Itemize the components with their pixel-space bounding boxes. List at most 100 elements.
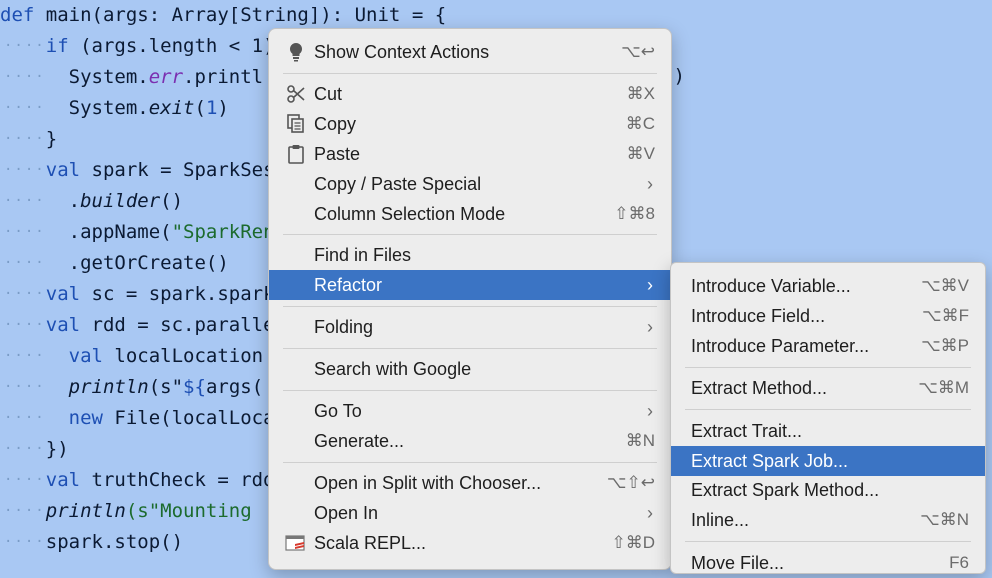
- menu-item-extract-trait[interactable]: Extract Trait...: [671, 416, 985, 446]
- code-line: ···· }): [0, 434, 69, 465]
- menu-item-label: Go To: [314, 401, 362, 421]
- menu-item-label: Move File...: [691, 552, 785, 573]
- indent-guide: ····: [4, 131, 46, 147]
- menu-item-label: Scala REPL...: [314, 532, 427, 553]
- bulb-icon: [285, 37, 307, 67]
- menu-item-introduce-variable[interactable]: Introduce Variable... ⌥⌘V: [671, 271, 985, 301]
- menu-separator: [685, 409, 971, 411]
- menu-separator: [283, 234, 657, 236]
- code-token: spark = SparkSes: [91, 159, 275, 181]
- menu-item-open-in-split-with-chooser[interactable]: Open in Split with Chooser... ⌥⇧↩: [269, 468, 671, 498]
- indent-guide: ····: [4, 162, 46, 178]
- code-token: 1: [205, 97, 218, 119]
- indent-guide: ····: [4, 317, 46, 333]
- code-token: "SparkRen: [171, 221, 275, 243]
- menu-item-label: Paste: [314, 143, 361, 164]
- copy-icon: [285, 109, 307, 139]
- menu-item-generate[interactable]: Generate... ⌘N: [269, 426, 671, 456]
- code-token: File(localLoca: [114, 407, 275, 429]
- code-line: ···· val truthCheck = rdd: [0, 465, 275, 496]
- clipboard-icon: [285, 139, 307, 169]
- code-token: (s": [148, 376, 184, 398]
- menu-item-label: Generate...: [314, 430, 405, 451]
- shortcut-label: F6: [949, 552, 969, 572]
- menu-item-open-in[interactable]: Open In ›: [269, 498, 671, 528]
- menu-item-folding[interactable]: Folding ›: [269, 312, 671, 342]
- indent-guide: ····: [4, 255, 46, 271]
- code-token: .printl: [183, 66, 264, 88]
- menu-separator: [685, 366, 971, 368]
- code-line: ···· println(s"${args(: [0, 372, 263, 403]
- menu-item-introduce-field[interactable]: Introduce Field... ⌥⌘F: [671, 301, 985, 331]
- shortcut-label: ⌘V: [626, 143, 655, 163]
- menu-item-label: Show Context Actions: [314, 42, 490, 62]
- shortcut-label: ⌥⌘P: [921, 335, 969, 355]
- menu-item-show-context-actions[interactable]: Show Context Actions ⌥↩: [269, 37, 671, 67]
- menu-item-label: Introduce Field...: [691, 305, 826, 326]
- code-line: ···· System.exit(1): [0, 93, 229, 124]
- menu-item-column-selection-mode[interactable]: Column Selection Mode ⇧⌘8: [269, 199, 671, 229]
- menu-item-copy[interactable]: Copy ⌘C: [269, 109, 671, 139]
- scala-repl-icon: [285, 528, 307, 558]
- menu-item-introduce-parameter[interactable]: Introduce Parameter... ⌥⌘P: [671, 331, 985, 361]
- menu-item-label: Extract Spark Job...: [691, 450, 849, 471]
- menu-item-label: Copy / Paste Special: [314, 173, 482, 194]
- indent-guide: ····: [4, 441, 46, 457]
- context-menu: Show Context Actions ⌥↩ Cut ⌘X Copy ⌘C Paste ⌘V…: [268, 28, 672, 570]
- menu-item-extract-method[interactable]: Extract Method... ⌥⌘M: [671, 373, 985, 403]
- shortcut-label: ⌥↩: [621, 42, 655, 61]
- menu-item-cut[interactable]: Cut ⌘X: [269, 79, 671, 109]
- code-token: rdd = sc.paralle: [91, 314, 275, 336]
- shortcut-label: ⌘C: [625, 113, 655, 133]
- menu-item-extract-spark-method[interactable]: Extract Spark Method...: [671, 475, 985, 505]
- code-line: ···· val spark = SparkSes: [0, 155, 275, 186]
- menu-item-move-file[interactable]: Move File... F6: [671, 548, 985, 578]
- chevron-right-icon: ›: [647, 502, 653, 523]
- menu-item-copy-paste-special[interactable]: Copy / Paste Special ›: [269, 169, 671, 199]
- code-token: sc = spark.spark: [91, 283, 275, 305]
- menu-item-paste[interactable]: Paste ⌘V: [269, 139, 671, 169]
- code-token: builder: [80, 190, 161, 212]
- code-line: ···· .builder(): [0, 186, 183, 217]
- code-line: ···· val localLocation: [0, 341, 263, 372]
- refactor-submenu: Introduce Variable... ⌥⌘V Introduce Field.…: [670, 262, 986, 574]
- code-token: println: [68, 376, 149, 398]
- menu-item-label: Column Selection Mode: [314, 203, 506, 224]
- menu-item-search-with-google[interactable]: Search with Google: [269, 354, 671, 384]
- code-token: ): [217, 97, 229, 119]
- menu-item-refactor[interactable]: Refactor ›: [269, 270, 671, 301]
- menu-item-scala-repl[interactable]: Scala REPL... ⇧⌘D: [269, 528, 671, 558]
- menu-item-label: Find in Files: [314, 245, 412, 266]
- menu-separator: [283, 72, 657, 74]
- menu-item-inline[interactable]: Inline... ⌥⌘N: [671, 505, 985, 535]
- menu-item-label: Search with Google: [314, 359, 472, 380]
- menu-item-label: Folding: [314, 317, 374, 338]
- code-line: ···· System.err.printl: [0, 62, 263, 93]
- code-line: ···· spark.stop(): [0, 527, 183, 558]
- shortcut-label: ⌘X: [626, 83, 655, 103]
- chevron-right-icon: ›: [647, 173, 653, 194]
- indent-guide: ····: [4, 100, 46, 116]
- indent-guide: ····: [4, 410, 46, 426]
- menu-item-label: Extract Trait...: [691, 420, 803, 441]
- menu-separator: [283, 390, 657, 391]
- code-token: localLocation: [114, 345, 264, 367]
- menu-item-label: Copy: [314, 113, 357, 134]
- code-line: ···· .appName("SparkRen: [0, 217, 275, 248]
- menu-item-find-in-files[interactable]: Find in Files: [269, 240, 671, 270]
- code-token: (args.length < 1): [80, 35, 275, 57]
- menu-item-go-to[interactable]: Go To ›: [269, 396, 671, 426]
- indent-guide: ····: [4, 472, 46, 488]
- indent-guide: ····: [4, 348, 46, 364]
- menu-item-label: Extract Spark Method...: [691, 480, 880, 501]
- menu-separator: [283, 306, 657, 308]
- menu-item-extract-spark-job[interactable]: Extract Spark Job...: [671, 445, 985, 476]
- menu-item-label: Cut: [314, 83, 343, 104]
- menu-item-label: Extract Method...: [691, 378, 828, 399]
- code-token: args(: [205, 376, 264, 398]
- code-token: exit: [148, 97, 195, 119]
- code-token: println: [45, 500, 126, 522]
- menu-item-label: Refactor: [314, 275, 383, 296]
- indent-guide: ····: [4, 534, 46, 550]
- indent-guide: ····: [4, 224, 46, 240]
